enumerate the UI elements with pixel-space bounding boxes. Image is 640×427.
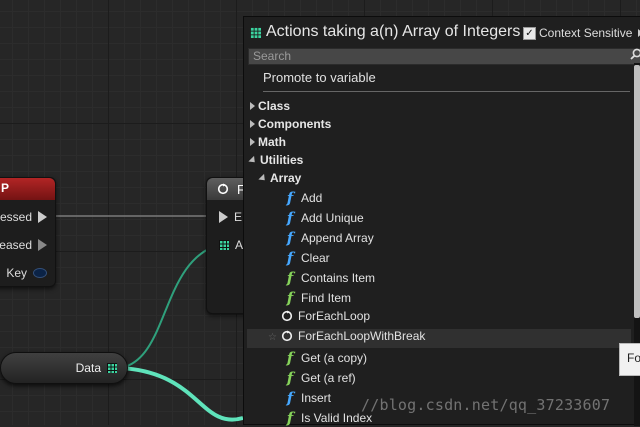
function-icon: f (286, 209, 294, 227)
category-label: Array (270, 171, 302, 185)
input-event-node[interactable]: P essed eased Key (0, 177, 56, 287)
action-add[interactable]: f Add (284, 189, 323, 207)
pin-label: A (235, 238, 244, 252)
released-pin-row[interactable]: eased (0, 238, 47, 252)
action-label: Find Item (301, 291, 352, 305)
pressed-pin-row[interactable]: essed (0, 210, 47, 224)
function-icon: f (286, 269, 294, 287)
function-icon: f (286, 389, 294, 407)
array-pin-row[interactable]: A (219, 238, 243, 252)
action-label: ForEachLoop (298, 309, 371, 323)
expanded-arrow-icon[interactable] (258, 173, 268, 183)
array-pin-icon[interactable] (219, 240, 229, 250)
actions-menu-panel: Actions taking a(n) Array of Integers ✓ … (243, 16, 640, 427)
key-pin-row[interactable]: Key (6, 266, 47, 280)
tooltip-text: Fo (627, 351, 640, 365)
context-sensitive-toggle[interactable]: ✓ Context Sensitive (523, 26, 640, 40)
variable-label: Data (75, 361, 101, 375)
action-append-array[interactable]: f Append Array (284, 229, 374, 247)
pin-label: essed (0, 210, 32, 224)
action-find-item[interactable]: f Find Item (284, 289, 351, 307)
event-symbol: P (1, 181, 10, 195)
watermark-text: //blog.csdn.net/qq_37233607 (361, 396, 611, 414)
exec-pin-icon[interactable] (38, 239, 47, 251)
exec-pin-icon[interactable] (219, 211, 228, 223)
action-label: Get (a ref) (301, 371, 356, 385)
collapsed-arrow-icon[interactable] (250, 138, 255, 146)
action-is-valid-index[interactable]: f Is Valid Index (284, 409, 372, 427)
category-math[interactable]: Math (250, 135, 286, 149)
function-icon: f (286, 189, 294, 207)
function-icon: f (286, 369, 294, 387)
category-label: Utilities (260, 153, 304, 167)
menu-divider (263, 91, 630, 92)
panel-title-bar: Actions taking a(n) Array of Integers (250, 23, 520, 41)
action-label: ForEachLoopWithBreak (298, 329, 426, 343)
category-label: Class (258, 99, 291, 113)
category-label: Components (258, 117, 332, 131)
collapsed-arrow-icon[interactable] (250, 120, 255, 128)
macro-loop-icon (281, 310, 293, 322)
action-label: Add Unique (301, 211, 364, 225)
search-icon[interactable] (630, 48, 640, 60)
exec-pin-row[interactable]: E (219, 210, 242, 224)
action-foreachloop[interactable]: ForEachLoop (281, 309, 370, 323)
action-foreachloopwithbreak[interactable]: ForEachLoopWithBreak (281, 329, 425, 343)
category-components[interactable]: Components (250, 117, 331, 131)
collapsed-arrow-icon[interactable] (250, 102, 255, 110)
action-get-a-ref[interactable]: f Get (a ref) (284, 369, 356, 387)
macro-loop-icon (217, 183, 229, 195)
action-insert[interactable]: f Insert (284, 389, 331, 407)
tooltip: Fo (619, 343, 640, 376)
action-get-a-copy[interactable]: f Get (a copy) (284, 349, 367, 367)
action-add-unique[interactable]: f Add Unique (284, 209, 364, 227)
panel-title: Actions taking a(n) Array of Integers (266, 23, 521, 40)
function-icon: f (286, 349, 294, 367)
action-contains-item[interactable]: f Contains Item (284, 269, 375, 287)
array-wire-to-panel (119, 366, 244, 422)
pin-label: Key (6, 266, 27, 280)
macro-loop-icon (281, 330, 293, 342)
favorite-star-icon[interactable]: ☆ (268, 332, 277, 343)
struct-pin-icon[interactable] (33, 268, 47, 278)
pin-label: E (234, 210, 243, 224)
promote-to-variable-item[interactable]: Promote to variable (263, 70, 376, 85)
search-input[interactable]: Search (248, 48, 640, 65)
pin-label: eased (0, 238, 32, 252)
array-type-icon (250, 26, 261, 38)
function-icon: f (286, 249, 294, 267)
category-class[interactable]: Class (250, 99, 290, 113)
context-sensitive-checkbox[interactable]: ✓ (523, 26, 536, 40)
exec-pin-icon[interactable] (38, 211, 47, 223)
scrollbar-thumb[interactable] (634, 65, 640, 318)
context-sensitive-label: Context Sensitive (539, 26, 633, 40)
function-icon: f (286, 229, 294, 247)
action-label: Clear (301, 251, 330, 265)
category-label: Math (258, 135, 286, 149)
action-clear[interactable]: f Clear (284, 249, 330, 267)
category-utilities[interactable]: Utilities (248, 153, 304, 167)
category-array[interactable]: Array (258, 171, 302, 185)
action-label: Add (301, 191, 323, 205)
function-icon: f (286, 409, 294, 427)
action-label: Contains Item (301, 271, 376, 285)
data-variable-node[interactable]: Data (0, 352, 128, 384)
action-label: Get (a copy) (301, 351, 368, 365)
action-label: Insert (301, 391, 332, 405)
expanded-arrow-icon[interactable] (248, 155, 258, 165)
action-label: Append Array (301, 231, 374, 245)
function-icon: f (286, 289, 294, 307)
search-placeholder: Search (253, 49, 292, 63)
array-pin-icon[interactable] (107, 363, 117, 373)
